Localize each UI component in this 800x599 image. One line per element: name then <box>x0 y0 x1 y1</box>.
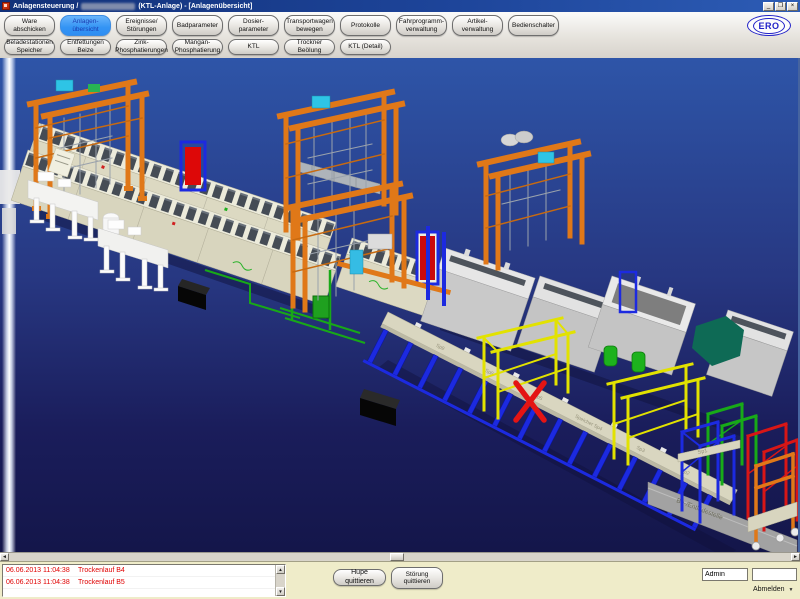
minimize-button[interactable]: _ <box>763 2 774 11</box>
close-button[interactable]: × <box>787 2 798 11</box>
tab-ktl-detail[interactable]: KTL (Detail) <box>340 39 391 55</box>
logout-caret-icon: ▼ <box>789 587 794 593</box>
window-title-prefix: Anlagensteuerung / <box>13 3 78 10</box>
title-bar: Anlagensteuerung / (KTL-Anlage) - [Anlag… <box>0 0 800 12</box>
tab-beladestationen-speicher[interactable]: Beladestationen Speicher <box>4 39 55 55</box>
tab-bedienschalter[interactable]: Bedienschalter <box>508 15 559 36</box>
tab-entfettungen-beize[interactable]: Entfettungen Beize <box>60 39 111 55</box>
password-input[interactable] <box>752 568 797 581</box>
app-icon <box>2 2 10 10</box>
alarm-text: Trockenlauf B4 <box>78 567 285 574</box>
light-stripe <box>2 58 16 552</box>
status-bar: 06.06.2013 11:04:38 Trockenlauf B4 06.06… <box>0 561 800 599</box>
hupe-quittieren-button[interactable]: Hupe quittieren <box>333 569 386 586</box>
alarm-row[interactable]: 06.06.2013 11:04:38 Trockenlauf B4 <box>3 565 285 577</box>
window-controls: _ ❐ × <box>763 2 800 11</box>
tab-ereignisse-stoerungen[interactable]: Ereignisse/ Störungen <box>116 15 167 36</box>
logout-label: Abmelden <box>753 586 785 593</box>
tab-anlagenuebersicht[interactable]: Anlagen- übersicht <box>60 15 111 36</box>
redacted-text <box>81 3 135 10</box>
ero-logo-inner: ERO <box>753 18 784 34</box>
scroll-left-icon[interactable]: ◄ <box>0 553 9 561</box>
scroll-up-icon[interactable]: ▲ <box>276 565 285 574</box>
cyan-box-icon <box>538 152 554 163</box>
alarm-time: 06.06.2013 11:04:38 <box>3 579 78 586</box>
alarm-list-scrollbar[interactable]: ▲ ▼ <box>275 565 285 596</box>
plant-3d-view[interactable]: Sp9 Sp8 Sp5 Speicher Sp4 Sp3 Sp2 <box>0 58 798 552</box>
cyan-box-icon <box>312 96 330 108</box>
tab-protokolle[interactable]: Protokolle <box>340 15 391 36</box>
stoerung-quittieren-button[interactable]: Störung quittieren <box>391 567 443 589</box>
alarm-list[interactable]: 06.06.2013 11:04:38 Trockenlauf B4 06.06… <box>2 564 286 597</box>
h-scrollbar-thumb[interactable] <box>390 553 404 561</box>
toolbar: Ware abschicken Anlagen- übersicht Ereig… <box>0 12 800 59</box>
tab-transportwagen-bewegen[interactable]: Transportwagen bewegen <box>284 15 335 36</box>
plant-3d-viewport[interactable]: Sp9 Sp8 Sp5 Speicher Sp4 Sp3 Sp2 <box>0 58 800 552</box>
scroll-down-icon[interactable]: ▼ <box>276 587 285 596</box>
cyan-box-icon <box>56 80 73 91</box>
toolbar-row-1: Ware abschicken Anlagen- übersicht Ereig… <box>4 15 559 36</box>
ero-logo: ERO <box>747 15 791 36</box>
tab-zink-phosphatierungen[interactable]: Zink- Phosphatierungen <box>116 39 167 55</box>
window-title-suffix: (KTL-Anlage) - [Anlagenübersicht] <box>138 3 252 10</box>
tab-badparameter[interactable]: Badparameter <box>172 15 223 36</box>
alarm-time: 06.06.2013 11:04:38 <box>3 567 78 574</box>
logout-menu[interactable]: Abmelden ▼ <box>753 586 793 593</box>
green-box-icon <box>88 84 100 92</box>
user-input[interactable] <box>702 568 748 581</box>
cyan-pendant-icon <box>350 250 363 274</box>
tab-trockner-beoelung[interactable]: Trockner Beölung <box>284 39 335 55</box>
alarm-text: Trockenlauf B5 <box>78 579 285 586</box>
restore-button[interactable]: ❐ <box>775 2 786 11</box>
tab-ktl[interactable]: KTL <box>228 39 279 55</box>
tab-mangan-phosphatierung[interactable]: Mangan- Phosphatierung <box>172 39 223 55</box>
tab-ware-abschicken[interactable]: Ware abschicken <box>4 15 55 36</box>
tab-artikelverwaltung[interactable]: Artikel- verwaltung <box>452 15 503 36</box>
tab-dosierparameter[interactable]: Dosier- parameter <box>228 15 279 36</box>
toolbar-row-2: Beladestationen Speicher Entfettungen Be… <box>4 39 391 55</box>
tab-fahrprogrammverwaltung[interactable]: Fahrprogramm- verwaltung <box>396 15 447 36</box>
h-scrollbar[interactable]: ◄ ► <box>0 552 800 561</box>
motor-drum-icon <box>515 131 533 143</box>
scroll-right-icon[interactable]: ► <box>791 553 800 561</box>
alarm-row[interactable]: 06.06.2013 11:04:38 Trockenlauf B5 <box>3 577 285 589</box>
ero-logo-text: ERO <box>758 21 779 31</box>
